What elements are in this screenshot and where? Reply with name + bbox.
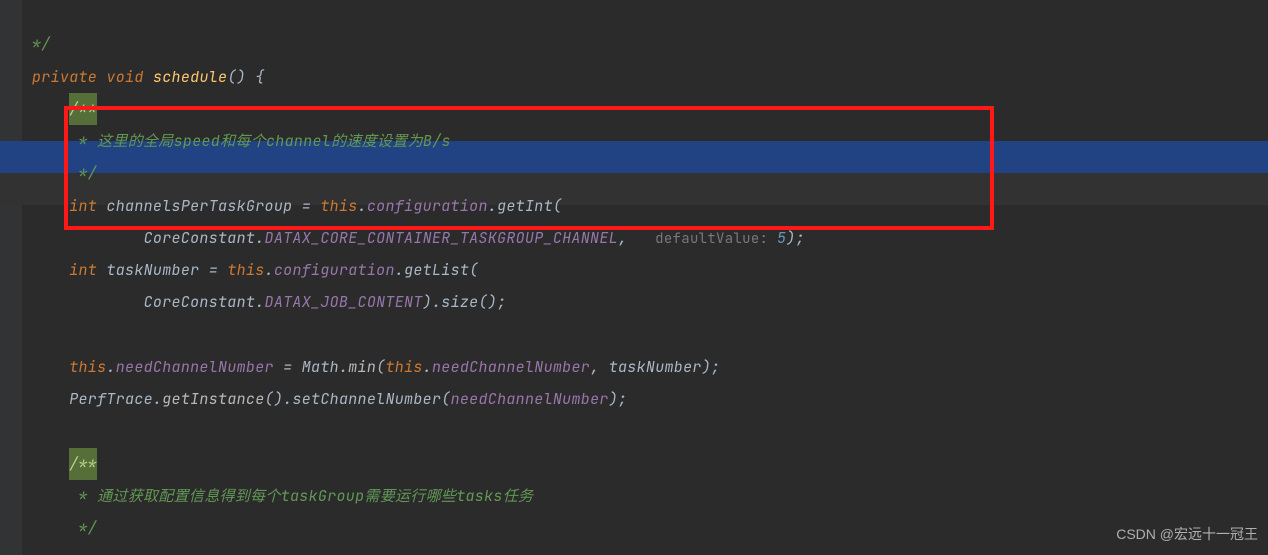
code-line: * 这里的全局speed和每个channel的速度设置为B/s [32,131,451,151]
code-line: int taskNumber = this.configuration.getL… [32,260,479,280]
todo-doc-open: /** [69,93,97,125]
watermark-text: CSDN @宏远十一冠王 [1116,519,1258,549]
code-line: /** [32,99,97,119]
code-line: CoreConstant.DATAX_CORE_CONTAINER_TASKGR… [32,228,805,248]
code-line [32,421,41,441]
code-line: private void schedule() { [32,67,265,87]
code-line: CoreConstant.DATAX_JOB_CONTENT).size(); [32,292,506,312]
todo-doc-open: /** [69,448,97,480]
code-line: * 通过获取配置信息得到每个taskGroup需要运行哪些tasks任务 [32,486,533,506]
code-line: int channelsPerTaskGroup = this.configur… [32,196,562,216]
code-line: PerfTrace.getInstance().setChannelNumber… [32,389,627,409]
code-line: */ [32,34,51,54]
code-line: */ [32,163,97,183]
code-line: /** [32,454,97,474]
code-line: this.needChannelNumber = Math.min(this.n… [32,357,720,377]
code-line: */ [32,518,97,538]
editor-gutter [0,0,22,555]
inlay-hint: defaultValue: [655,230,777,248]
code-editor[interactable]: */ private void schedule() { /** * 这里的全局… [32,0,805,544]
code-line [32,325,41,345]
